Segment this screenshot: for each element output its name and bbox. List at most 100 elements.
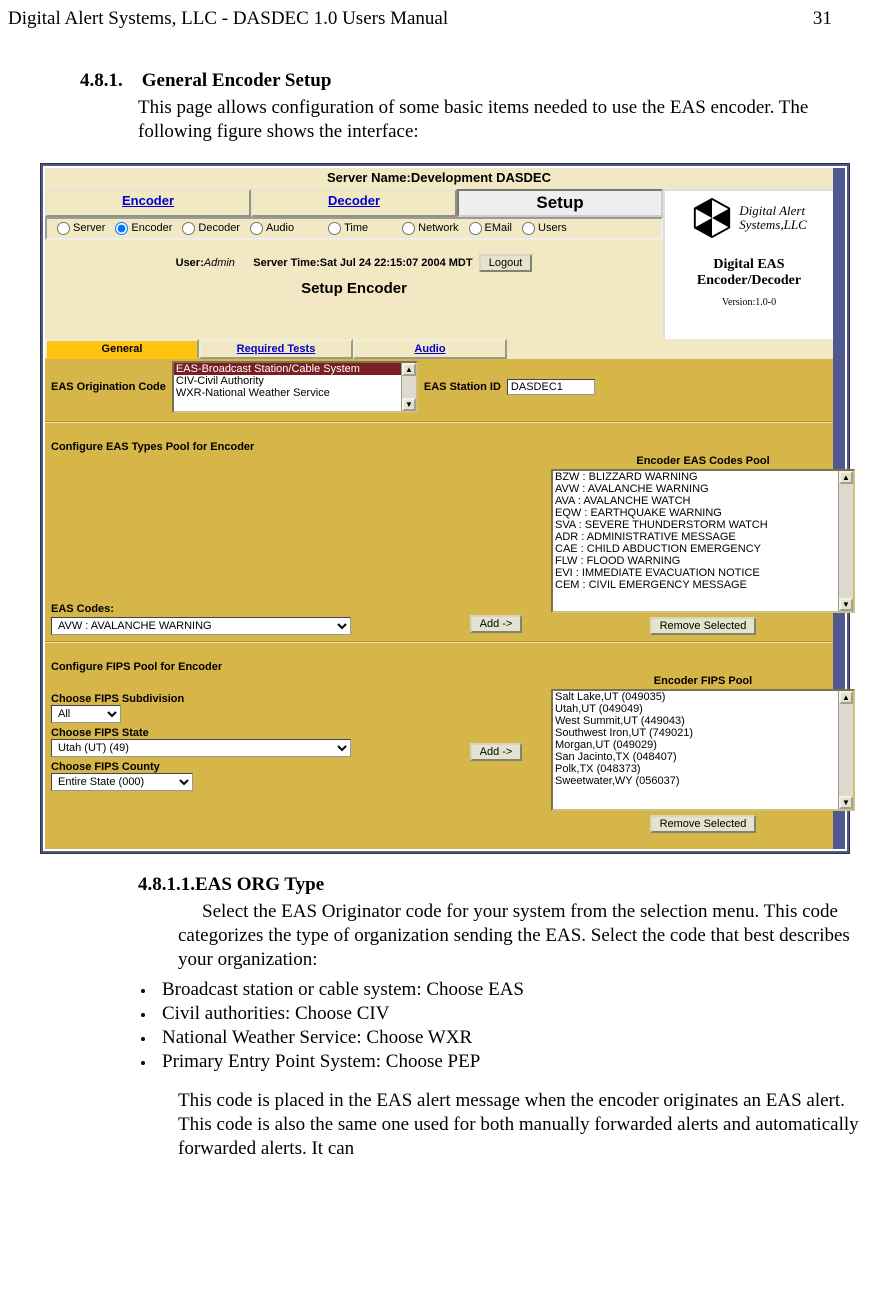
- subsection-number: 4.8.1.1.: [138, 874, 195, 895]
- radio-decoder[interactable]: Decoder: [176, 222, 240, 235]
- org-bullet-list: Broadcast station or cable system: Choos…: [8, 979, 879, 1073]
- add-fips-button[interactable]: Add ->: [470, 743, 523, 761]
- setup-radio-strip: Server Encoder Decoder Audio Time Networ…: [45, 217, 663, 240]
- remove-code-button[interactable]: Remove Selected: [650, 617, 757, 635]
- fips-state-select[interactable]: Utah (UT) (49): [51, 739, 351, 757]
- server-time-value: Sat Jul 24 22:15:07 2004 MDT: [320, 257, 473, 269]
- scrollbar[interactable]: ▲ ▼: [838, 471, 853, 611]
- scroll-up-icon[interactable]: ▲: [839, 691, 853, 704]
- continuation-paragraph: This code is placed in the EAS alert mes…: [178, 1089, 879, 1162]
- fips-county-select[interactable]: Entire State (000): [51, 773, 193, 791]
- station-id-label: EAS Station ID: [424, 381, 501, 393]
- eas-codes-label: EAS Codes:: [51, 603, 441, 617]
- pool-item[interactable]: Morgan,UT (049029): [553, 739, 853, 751]
- scroll-down-icon[interactable]: ▼: [402, 398, 416, 411]
- pool-item[interactable]: Salt Lake,UT (049035): [553, 691, 853, 703]
- origin-opt-eas[interactable]: EAS-Broadcast Station/Cable System: [174, 363, 416, 375]
- pool-item[interactable]: ADR : ADMINISTRATIVE MESSAGE: [553, 531, 853, 543]
- pool-item[interactable]: Utah,UT (049049): [553, 703, 853, 715]
- pool-item[interactable]: EVI : IMMEDIATE EVACUATION NOTICE: [553, 567, 853, 579]
- radio-time[interactable]: Time: [322, 222, 368, 235]
- section-title: General Encoder Setup: [142, 70, 332, 91]
- fips-county-label: Choose FIPS County: [51, 761, 441, 773]
- pool-item[interactable]: FLW : FLOOD WARNING: [553, 555, 853, 567]
- pool-item[interactable]: Sweetwater,WY (056037): [553, 775, 853, 787]
- bullet-item: Broadcast station or cable system: Choos…: [156, 979, 879, 1001]
- radio-users[interactable]: Users: [516, 222, 567, 235]
- pool-item[interactable]: Southwest Iron,UT (749021): [553, 727, 853, 739]
- brand-line1: Digital Alert: [739, 204, 807, 218]
- brand-line2: Systems,LLC: [739, 218, 807, 232]
- eas-codes-select[interactable]: AVW : AVALANCHE WARNING: [51, 617, 351, 635]
- pool-item[interactable]: EQW : EARTHQUAKE WARNING: [553, 507, 853, 519]
- brand-product: Digital EAS Encoder/Decoder: [669, 257, 829, 289]
- user-name: Admin: [204, 257, 235, 269]
- radio-encoder[interactable]: Encoder: [109, 222, 172, 235]
- section-heading: 4.8.1. General Encoder Setup: [80, 70, 879, 92]
- scroll-up-icon[interactable]: ▲: [402, 363, 416, 376]
- pool-item[interactable]: Polk,TX (048373): [553, 763, 853, 775]
- scroll-down-icon[interactable]: ▼: [839, 598, 853, 611]
- doc-title: Digital Alert Systems, LLC - DASDEC 1.0 …: [8, 8, 448, 29]
- origin-opt-civ[interactable]: CIV-Civil Authority: [174, 375, 416, 387]
- subsection-body: Select the EAS Originator code for your …: [178, 900, 879, 973]
- fips-sub-label: Choose FIPS Subdivision: [51, 693, 441, 705]
- codes-pool-listbox[interactable]: BZW : BLIZZARD WARNING AVW : AVALANCHE W…: [551, 469, 855, 613]
- scroll-down-icon[interactable]: ▼: [839, 796, 853, 809]
- scrollbar[interactable]: ▲ ▼: [838, 691, 853, 809]
- subsection-title: EAS ORG Type: [195, 874, 324, 895]
- server-time-label: Server Time:: [253, 257, 319, 269]
- pool-item[interactable]: BZW : BLIZZARD WARNING: [553, 471, 853, 483]
- subsection-heading: 4.8.1.1.EAS ORG Type: [138, 874, 879, 896]
- main-tab-row: Encoder Decoder Setup: [45, 189, 663, 217]
- pool-item[interactable]: AVA : AVALANCHE WATCH: [553, 495, 853, 507]
- radio-email[interactable]: EMail: [463, 222, 513, 235]
- bullet-item: National Weather Service: Choose WXR: [156, 1027, 879, 1049]
- doc-header: Digital Alert Systems, LLC - DASDEC 1.0 …: [8, 8, 879, 30]
- scrollbar[interactable]: ▲ ▼: [401, 363, 416, 411]
- fips-pool-listbox[interactable]: Salt Lake,UT (049035) Utah,UT (049049) W…: [551, 689, 855, 811]
- fips-state-label: Choose FIPS State: [51, 727, 441, 739]
- server-name-title: Server Name:Development DASDEC: [45, 168, 833, 189]
- pool-item[interactable]: West Summit,UT (449043): [553, 715, 853, 727]
- section-intro: This page allows configuration of some b…: [138, 96, 879, 145]
- pool-item[interactable]: SVA : SEVERE THUNDERSTORM WATCH: [553, 519, 853, 531]
- tab-decoder[interactable]: Decoder: [251, 189, 457, 217]
- brand-logo-icon: [691, 197, 733, 239]
- app-screenshot: Server Name:Development DASDEC Encoder D…: [40, 163, 850, 854]
- sub-tab-row: General Required Tests Audio: [45, 339, 833, 359]
- origination-select[interactable]: EAS-Broadcast Station/Cable System CIV-C…: [172, 361, 418, 413]
- user-label: User:: [176, 257, 204, 269]
- pool-item[interactable]: San Jacinto,TX (048407): [553, 751, 853, 763]
- logout-button[interactable]: Logout: [479, 254, 533, 272]
- bullet-item: Primary Entry Point System: Choose PEP: [156, 1051, 879, 1073]
- fips-pool-header: Configure FIPS Pool for Encoder: [45, 649, 833, 675]
- origin-opt-wxr[interactable]: WXR-National Weather Service: [174, 387, 416, 399]
- brand-version: Version:1.0-0: [669, 297, 829, 308]
- setup-encoder-title: Setup Encoder: [45, 276, 663, 303]
- section-number: 4.8.1.: [80, 70, 123, 91]
- tab-setup[interactable]: Setup: [457, 189, 663, 217]
- station-id-input[interactable]: [507, 379, 595, 395]
- subtab-audio[interactable]: Audio: [353, 339, 507, 359]
- radio-audio[interactable]: Audio: [244, 222, 294, 235]
- bullet-item: Civil authorities: Choose CIV: [156, 1003, 879, 1025]
- radio-server[interactable]: Server: [51, 222, 105, 235]
- pool-item[interactable]: CAE : CHILD ABDUCTION EMERGENCY: [553, 543, 853, 555]
- types-pool-header: Configure EAS Types Pool for Encoder: [45, 429, 833, 455]
- user-line: User:Admin Server Time:Sat Jul 24 22:15:…: [45, 240, 663, 276]
- radio-network[interactable]: Network: [396, 222, 458, 235]
- tab-encoder[interactable]: Encoder: [45, 189, 251, 217]
- add-code-button[interactable]: Add ->: [470, 615, 523, 633]
- origination-label: EAS Origination Code: [51, 381, 166, 393]
- remove-fips-button[interactable]: Remove Selected: [650, 815, 757, 833]
- pool-item[interactable]: CEM : CIVIL EMERGENCY MESSAGE: [553, 579, 853, 591]
- subtab-required-tests[interactable]: Required Tests: [199, 339, 353, 359]
- codes-pool-header: Encoder EAS Codes Pool: [551, 455, 855, 469]
- page-number: 31: [813, 8, 832, 30]
- subtab-general[interactable]: General: [45, 339, 199, 359]
- scroll-up-icon[interactable]: ▲: [839, 471, 853, 484]
- pool-item[interactable]: AVW : AVALANCHE WARNING: [553, 483, 853, 495]
- fips-pool-title: Encoder FIPS Pool: [551, 675, 855, 689]
- fips-sub-select[interactable]: All: [51, 705, 121, 723]
